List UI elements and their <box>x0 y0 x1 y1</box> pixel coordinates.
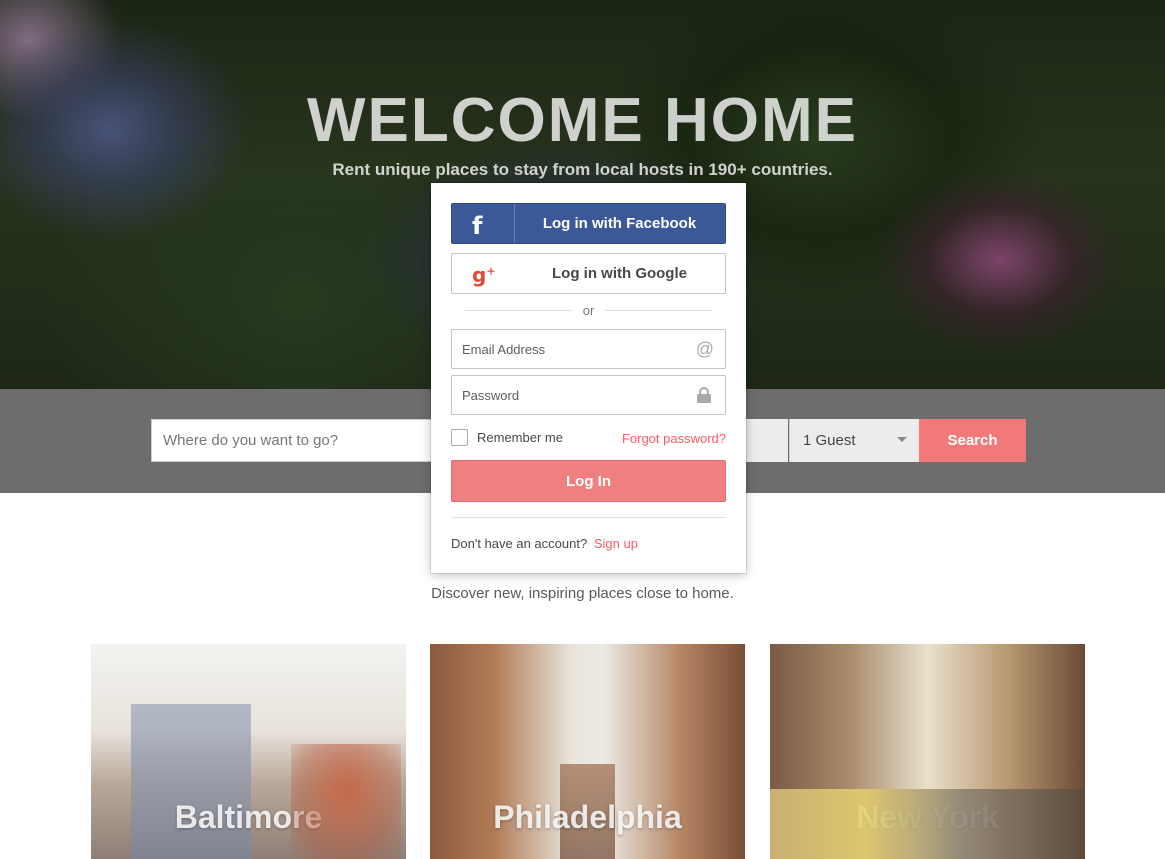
facebook-login-label: Log in with Facebook <box>542 215 697 232</box>
divider <box>451 517 726 518</box>
city-name: New York <box>856 799 999 835</box>
chevron-down-icon <box>897 437 907 442</box>
signup-link[interactable]: Sign up <box>594 536 638 551</box>
city-card-new-york[interactable]: New York <box>770 644 1085 859</box>
password-input[interactable] <box>452 376 687 414</box>
city-card-philadelphia[interactable]: Philadelphia <box>430 644 745 859</box>
hero-subtitle: Rent unique places to stay from local ho… <box>332 160 833 179</box>
no-account-text: Don't have an account? <box>451 536 588 551</box>
lock-icon <box>697 387 711 403</box>
facebook-login-button[interactable]: f Log in with Facebook <box>451 203 726 244</box>
discover-text: Discover new, inspiring places close to … <box>431 585 734 602</box>
forgot-password-link[interactable]: Forgot password? <box>622 431 726 446</box>
search-button[interactable]: Search <box>919 419 1026 462</box>
signup-prompt: Don't have an account? Sign up <box>451 536 638 551</box>
remember-me-label: Remember me <box>477 429 563 445</box>
guests-select[interactable]: 1 Guest <box>789 419 919 462</box>
email-input[interactable] <box>452 330 687 368</box>
hero-title: WELCOME HOME <box>307 86 858 155</box>
login-button[interactable]: Log In <box>451 460 726 502</box>
or-separator: or <box>451 302 726 320</box>
guests-value: 1 Guest <box>803 432 856 449</box>
email-field[interactable]: @ <box>451 329 726 369</box>
remember-me-checkbox[interactable] <box>451 428 468 446</box>
google-login-label: Log in with Google <box>552 265 687 282</box>
search-input[interactable] <box>151 419 441 462</box>
facebook-icon: f <box>472 212 483 240</box>
city-card-baltimore[interactable]: Baltimore <box>91 644 406 859</box>
google-login-button[interactable]: g+ Log in with Google <box>451 253 726 294</box>
password-field[interactable] <box>451 375 726 415</box>
city-name: Philadelphia <box>493 799 682 835</box>
at-sign-icon: @ <box>695 339 714 359</box>
city-name: Baltimore <box>174 799 323 835</box>
google-plus-icon: g+ <box>472 263 496 287</box>
remember-me[interactable]: Remember me <box>451 428 563 446</box>
login-modal: f Log in with Facebook g+ Log in with Go… <box>431 183 746 573</box>
divider <box>604 310 712 311</box>
